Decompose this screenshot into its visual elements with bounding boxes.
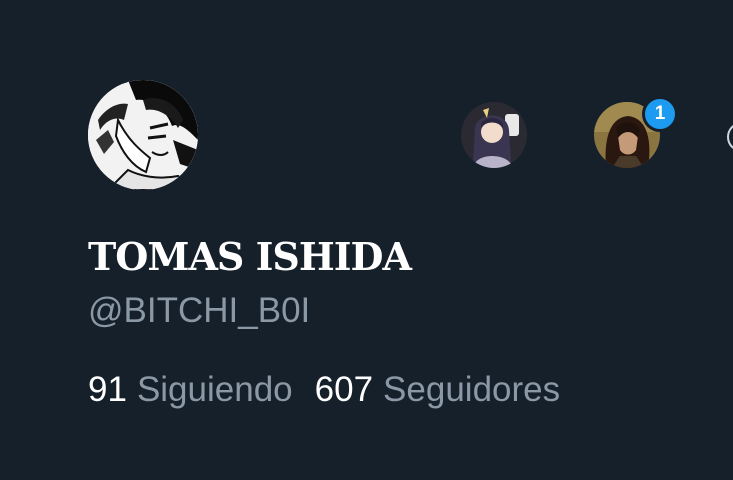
followers-count: 607 bbox=[314, 370, 374, 409]
following-link[interactable]: 91 Siguiendo bbox=[88, 370, 293, 410]
following-label: Siguiendo bbox=[136, 370, 293, 409]
user-handle[interactable]: @BITCHI_B0I bbox=[88, 291, 310, 331]
anime-girl-avatar-icon bbox=[461, 102, 527, 168]
profile-stats: 91 Siguiendo 607 Seguidores bbox=[88, 370, 560, 410]
followers-label: Seguidores bbox=[383, 370, 561, 409]
switch-account-avatar-partial[interactable] bbox=[727, 122, 733, 152]
notification-badge: 1 bbox=[642, 96, 678, 132]
profile-avatar[interactable] bbox=[88, 80, 198, 190]
following-count: 91 bbox=[88, 370, 127, 409]
account-switcher-panel: 1 TOMAS ISHIDA @BITCHI_B0I 91 Siguiendo 60… bbox=[0, 0, 733, 480]
switch-account-avatar[interactable] bbox=[461, 102, 527, 168]
followers-link[interactable]: 607 Seguidores bbox=[315, 370, 560, 410]
display-name[interactable]: TOMAS ISHIDA bbox=[88, 234, 412, 279]
manga-portrait-icon bbox=[88, 80, 198, 190]
